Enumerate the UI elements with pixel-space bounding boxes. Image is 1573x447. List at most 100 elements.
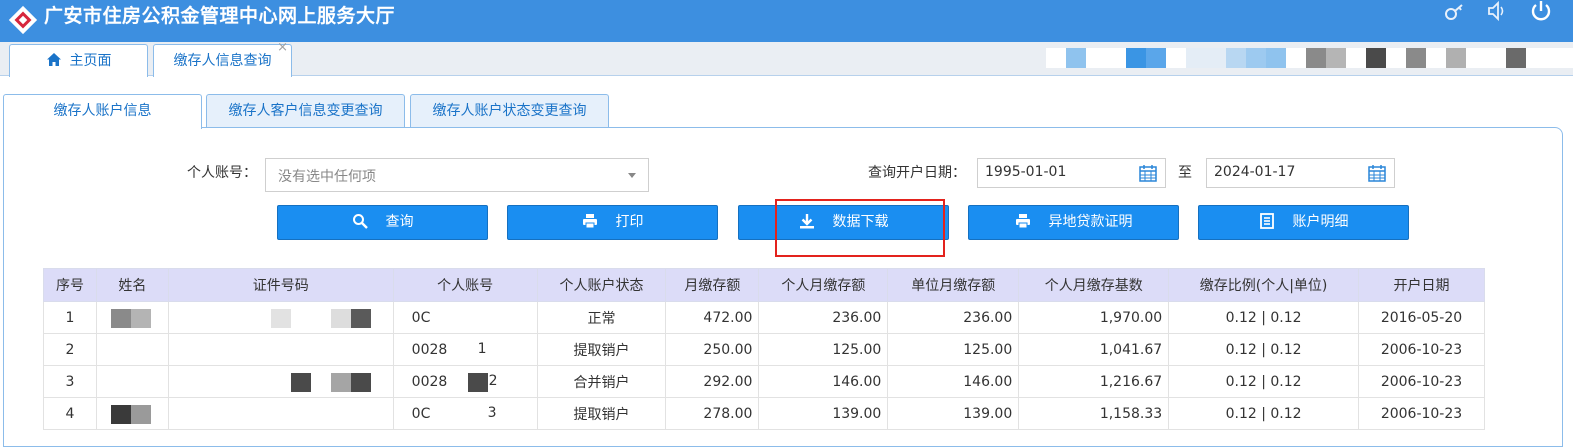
remote-loan-certificate-label: 异地贷款证明 bbox=[1048, 214, 1133, 230]
print-button[interactable]: 打印 bbox=[507, 205, 718, 240]
table-header-row: 序号 姓名 证件号码 个人账号 个人账户状态 月缴存额 个人月缴存额 单位月缴存… bbox=[43, 268, 1485, 302]
open-date-cell: 2006-10-23 bbox=[1358, 365, 1485, 398]
column-header[interactable]: 证件号码 bbox=[167, 268, 394, 302]
account-status-cell: 正常 bbox=[536, 301, 667, 334]
table-row[interactable]: 1 0C 正常 472.00 236.00 236.00 1,970.00 0.… bbox=[43, 301, 1485, 334]
date-from-value: 1995-01-01 bbox=[985, 164, 1067, 180]
personal-monthly-deposit-cell: 139.00 bbox=[758, 397, 889, 430]
account-status-cell: 提取销户 bbox=[536, 397, 667, 430]
column-header[interactable]: 开户日期 bbox=[1358, 268, 1485, 302]
row-index: 3 bbox=[43, 365, 97, 398]
key-icon[interactable] bbox=[1443, 2, 1465, 24]
table-row[interactable]: 4 0C 3 提取销户 278.00 139.00 139.00 1,158.33… bbox=[43, 397, 1485, 430]
table-row[interactable]: 3 0028 2 合并销户 292.00 146.00 146.00 1,216… bbox=[43, 365, 1485, 398]
query-button[interactable]: 查询 bbox=[277, 205, 488, 240]
column-header[interactable]: 月缴存额 bbox=[665, 268, 760, 302]
id-number-cell bbox=[167, 301, 394, 334]
subtab-account-info[interactable]: 缴存人账户信息 bbox=[3, 94, 202, 129]
date-from-field[interactable]: 1995-01-01 bbox=[977, 158, 1166, 188]
power-icon[interactable] bbox=[1530, 0, 1552, 22]
query-button-label: 查询 bbox=[385, 214, 414, 230]
calendar-icon[interactable] bbox=[1139, 164, 1157, 182]
calendar-icon[interactable] bbox=[1368, 164, 1386, 182]
home-icon bbox=[46, 52, 61, 66]
subtab-status-change[interactable]: 缴存人账户状态变更查询 bbox=[410, 94, 609, 128]
close-icon[interactable]: × bbox=[277, 41, 288, 55]
column-header[interactable]: 缴存比例(个人|单位) bbox=[1168, 268, 1359, 302]
deposit-ratio-cell: 0.12 | 0.12 bbox=[1168, 365, 1359, 398]
printer-icon bbox=[582, 213, 597, 228]
column-header[interactable]: 个人月缴存额 bbox=[758, 268, 889, 302]
deposit-ratio-cell: 0.12 | 0.12 bbox=[1168, 397, 1359, 430]
tab-depositor-query[interactable]: 缴存人信息查询 × bbox=[153, 41, 292, 77]
id-number-cell bbox=[167, 333, 394, 366]
column-header[interactable]: 姓名 bbox=[95, 268, 169, 302]
tab-home-label: 主页面 bbox=[69, 53, 112, 69]
id-number-cell bbox=[167, 365, 394, 398]
column-header[interactable]: 个人月缴存基数 bbox=[1018, 268, 1170, 302]
personal-monthly-deposit-cell: 125.00 bbox=[758, 333, 889, 366]
unit-monthly-deposit-cell: 139.00 bbox=[887, 397, 1020, 430]
row-index: 2 bbox=[43, 333, 97, 366]
id-number-cell bbox=[167, 397, 394, 430]
open-date-cell: 2006-10-23 bbox=[1358, 397, 1485, 430]
logo-icon bbox=[8, 5, 38, 35]
speaker-icon[interactable] bbox=[1486, 0, 1508, 22]
printer-icon bbox=[1015, 213, 1030, 228]
date-separator: 至 bbox=[1178, 165, 1192, 181]
unit-monthly-deposit-cell: 236.00 bbox=[887, 301, 1020, 334]
account-details-label: 账户明细 bbox=[1292, 214, 1349, 230]
column-header[interactable]: 单位月缴存额 bbox=[887, 268, 1020, 302]
name-cell bbox=[95, 397, 169, 430]
print-button-label: 打印 bbox=[615, 214, 644, 230]
deposit-base-cell: 1,041.67 bbox=[1018, 333, 1170, 366]
chevron-down-icon bbox=[628, 173, 636, 178]
date-to-field[interactable]: 2024-01-17 bbox=[1206, 158, 1395, 188]
deposit-base-cell: 1,216.67 bbox=[1018, 365, 1170, 398]
monthly-deposit-cell: 292.00 bbox=[665, 365, 760, 398]
remote-loan-certificate-button[interactable]: 异地贷款证明 bbox=[968, 205, 1179, 240]
account-number-cell: 0028 2 bbox=[392, 365, 538, 398]
deposit-ratio-cell: 0.12 | 0.12 bbox=[1168, 301, 1359, 334]
name-cell bbox=[95, 365, 169, 398]
name-cell bbox=[95, 301, 169, 334]
row-index: 4 bbox=[43, 397, 97, 430]
redacted-area bbox=[1046, 48, 1573, 68]
date-to-value: 2024-01-17 bbox=[1214, 164, 1296, 180]
deposit-ratio-cell: 0.12 | 0.12 bbox=[1168, 333, 1359, 366]
account-number-cell: 0028 1 bbox=[392, 333, 538, 366]
account-number-cell: 0C 3 bbox=[392, 397, 538, 430]
app-title: 广安市住房公积金管理中心网上服务大厅 bbox=[44, 5, 396, 27]
name-cell bbox=[95, 333, 169, 366]
deposit-base-cell: 1,158.33 bbox=[1018, 397, 1170, 430]
monthly-deposit-cell: 250.00 bbox=[665, 333, 760, 366]
account-table: 序号 姓名 证件号码 个人账号 个人账户状态 月缴存额 个人月缴存额 单位月缴存… bbox=[43, 268, 1485, 430]
tab-depositor-query-label: 缴存人信息查询 bbox=[173, 53, 272, 69]
open-date-cell: 2006-10-23 bbox=[1358, 333, 1485, 366]
account-select[interactable]: 没有选中任何项 bbox=[265, 158, 649, 192]
title-bar: 广安市住房公积金管理中心网上服务大厅 bbox=[0, 0, 1573, 42]
row-index: 1 bbox=[43, 301, 97, 334]
annotation-highlight-box bbox=[775, 199, 945, 257]
account-number-cell: 0C bbox=[392, 301, 538, 334]
column-header[interactable]: 个人账号 bbox=[392, 268, 538, 302]
column-header[interactable]: 个人账户状态 bbox=[536, 268, 667, 302]
table-row[interactable]: 2 0028 1 提取销户 250.00 125.00 125.00 1,041.… bbox=[43, 333, 1485, 366]
deposit-base-cell: 1,970.00 bbox=[1018, 301, 1170, 334]
personal-monthly-deposit-cell: 146.00 bbox=[758, 365, 889, 398]
subtab-customer-change[interactable]: 缴存人客户信息变更查询 bbox=[206, 94, 405, 128]
list-icon bbox=[1259, 212, 1274, 229]
account-details-button[interactable]: 账户明细 bbox=[1198, 205, 1409, 240]
monthly-deposit-cell: 278.00 bbox=[665, 397, 760, 430]
account-select-placeholder: 没有选中任何项 bbox=[278, 169, 376, 185]
search-icon bbox=[352, 213, 368, 229]
unit-monthly-deposit-cell: 125.00 bbox=[887, 333, 1020, 366]
account-label: 个人账号： bbox=[187, 165, 257, 181]
monthly-deposit-cell: 472.00 bbox=[665, 301, 760, 334]
column-header[interactable]: 序号 bbox=[43, 268, 97, 302]
tab-home[interactable]: 主页面 bbox=[9, 44, 148, 77]
account-status-cell: 提取销户 bbox=[536, 333, 667, 366]
open-date-cell: 2016-05-20 bbox=[1358, 301, 1485, 334]
account-status-cell: 合并销户 bbox=[536, 365, 667, 398]
personal-monthly-deposit-cell: 236.00 bbox=[758, 301, 889, 334]
